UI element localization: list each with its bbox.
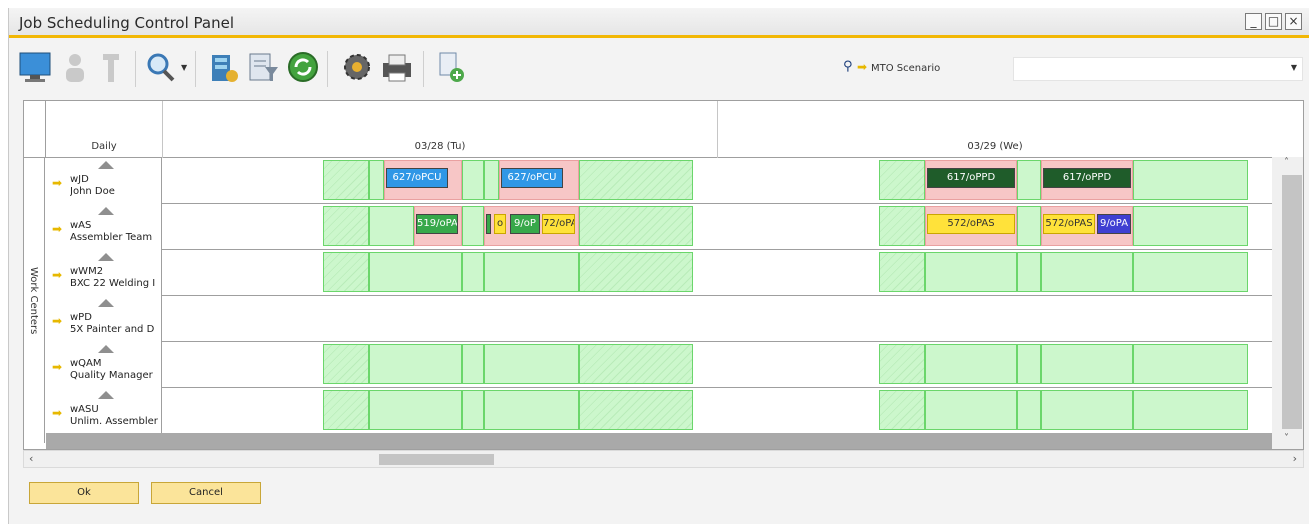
link-arrow-icon[interactable]: ➡ bbox=[52, 222, 62, 236]
scroll-left-icon[interactable]: ‹ bbox=[29, 452, 33, 465]
horizontal-scroll-thumb[interactable] bbox=[379, 454, 494, 465]
vertical-scroll-thumb[interactable] bbox=[1282, 175, 1302, 429]
work-center-row: ➡ wWM2 BXC 22 Welding I bbox=[46, 250, 1273, 296]
maximize-button[interactable]: □ bbox=[1265, 13, 1282, 30]
link-arrow-icon[interactable]: ➡ bbox=[52, 360, 62, 374]
vertical-scrollbar[interactable]: ˄ ˅ bbox=[1272, 157, 1303, 449]
job-bar[interactable]: 572/oPAS bbox=[927, 214, 1015, 234]
work-center-row: ➡ wJD John Doe 627/oPCU 627/oPCU 617/oPP… bbox=[46, 158, 1273, 204]
refresh-icon[interactable] bbox=[285, 49, 321, 85]
job-bar[interactable]: 72/oPA bbox=[542, 214, 575, 234]
work-center-row: ➡ wAS Assembler Team 519/oPAS o 9/oP 72/… bbox=[46, 204, 1273, 250]
collapse-triangle-icon[interactable] bbox=[98, 207, 114, 215]
scroll-right-icon[interactable]: › bbox=[1293, 452, 1297, 465]
job-bar[interactable]: 627/oPCU bbox=[386, 168, 448, 188]
link-arrow-icon[interactable]: ➡ bbox=[857, 60, 867, 74]
add-document-icon[interactable] bbox=[433, 49, 469, 85]
ok-button[interactable]: Ok bbox=[29, 482, 139, 504]
collapse-triangle-icon[interactable] bbox=[98, 161, 114, 169]
work-centers-label-column: Work Centers bbox=[24, 157, 45, 443]
database-icon[interactable] bbox=[205, 49, 241, 85]
work-center-name: John Doe bbox=[70, 186, 115, 197]
search-dropdown-icon[interactable]: ▼ bbox=[181, 63, 187, 72]
work-center-name: 5X Painter and D bbox=[70, 324, 155, 335]
cancel-button[interactable]: Cancel bbox=[151, 482, 261, 504]
work-center-row: ➡ wQAM Quality Manager bbox=[46, 342, 1273, 388]
link-arrow-icon[interactable]: ➡ bbox=[52, 406, 62, 420]
printer-icon[interactable] bbox=[379, 49, 415, 85]
job-bar[interactable] bbox=[486, 214, 491, 234]
close-button[interactable]: × bbox=[1285, 13, 1302, 30]
scenario-label: MTO Scenario bbox=[871, 63, 941, 74]
work-center-code: wJD bbox=[70, 174, 89, 185]
toolbar: ▼ ⚲ ➡ MTO Scenario ▼ bbox=[9, 41, 1309, 99]
row-label: ➡ wASU Unlim. Assembler bbox=[46, 388, 162, 434]
work-center-name: BXC 22 Welding I bbox=[70, 278, 156, 289]
link-arrow-icon[interactable]: ➡ bbox=[52, 268, 62, 282]
collapse-triangle-icon[interactable] bbox=[98, 391, 114, 399]
job-bar[interactable]: 9/oP bbox=[510, 214, 540, 234]
settings-gear-icon[interactable] bbox=[339, 49, 375, 85]
minimize-button[interactable]: _ bbox=[1245, 13, 1262, 30]
scroll-up-icon[interactable]: ˄ bbox=[1284, 157, 1289, 168]
work-center-row: ➡ wPD 5X Painter and D bbox=[46, 296, 1273, 342]
collapse-triangle-icon[interactable] bbox=[98, 253, 114, 261]
day-header-1: 03/28 (Tu) bbox=[162, 101, 717, 158]
title-bar: Job Scheduling Control Panel _ □ × bbox=[9, 8, 1309, 38]
horizontal-scrollbar[interactable]: ‹ › bbox=[23, 450, 1304, 468]
search-icon[interactable] bbox=[143, 49, 179, 85]
period-header: Daily bbox=[45, 101, 162, 158]
binoculars-icon[interactable]: ⚲ bbox=[843, 59, 853, 74]
link-arrow-icon[interactable]: ➡ bbox=[52, 176, 62, 190]
work-center-code: wQAM bbox=[70, 358, 102, 369]
row-label: ➡ wJD John Doe bbox=[46, 158, 162, 204]
job-bar[interactable]: 9/oPA bbox=[1097, 214, 1131, 234]
window-title: Job Scheduling Control Panel bbox=[19, 14, 235, 32]
scenario-select[interactable]: ▼ bbox=[1013, 57, 1303, 81]
work-center-name: Unlim. Assembler bbox=[70, 416, 158, 427]
work-center-code: wASU bbox=[70, 404, 99, 415]
job-bar[interactable]: 572/oPAS bbox=[1043, 214, 1095, 234]
job-bar[interactable]: 617/oPPD bbox=[927, 168, 1015, 188]
work-centers-label: Work Centers bbox=[28, 267, 39, 335]
user-icon[interactable] bbox=[57, 49, 93, 85]
grid-header: Daily 03/28 (Tu) 03/29 (We) bbox=[24, 101, 1303, 158]
monitor-icon[interactable] bbox=[17, 49, 53, 85]
row-label: ➡ wQAM Quality Manager bbox=[46, 342, 162, 388]
work-center-name: Quality Manager bbox=[70, 370, 153, 381]
work-center-name: Assembler Team bbox=[70, 232, 153, 243]
job-scheduling-window: Job Scheduling Control Panel _ □ × ▼ ⚲ ➡… bbox=[8, 8, 1309, 524]
work-center-code: wAS bbox=[70, 220, 92, 231]
report-filter-icon[interactable] bbox=[245, 49, 281, 85]
chevron-down-icon[interactable]: ▼ bbox=[1291, 63, 1297, 72]
schedule-grid: Daily 03/28 (Tu) 03/29 (We) Work Centers… bbox=[23, 100, 1304, 450]
collapse-triangle-icon[interactable] bbox=[98, 345, 114, 353]
job-bar[interactable]: 627/oPCU bbox=[501, 168, 563, 188]
work-center-code: wWM2 bbox=[70, 266, 104, 277]
collapse-triangle-icon[interactable] bbox=[98, 299, 114, 307]
work-center-code: wPD bbox=[70, 312, 92, 323]
row-label: ➡ wPD 5X Painter and D bbox=[46, 296, 162, 342]
row-label: ➡ wAS Assembler Team bbox=[46, 204, 162, 250]
scroll-down-icon[interactable]: ˅ bbox=[1284, 433, 1289, 444]
job-bar[interactable]: o bbox=[494, 214, 506, 234]
tool-icon[interactable] bbox=[93, 49, 129, 85]
link-arrow-icon[interactable]: ➡ bbox=[52, 314, 62, 328]
job-bar[interactable]: 617/oPPD bbox=[1043, 168, 1131, 188]
row-label: ➡ wWM2 BXC 22 Welding I bbox=[46, 250, 162, 296]
work-center-row: ➡ wASU Unlim. Assembler bbox=[46, 388, 1273, 434]
grid-footer-bar bbox=[46, 433, 1273, 449]
day-header-2: 03/29 (We) bbox=[717, 101, 1272, 158]
job-bar[interactable]: 519/oPAS bbox=[416, 214, 458, 234]
